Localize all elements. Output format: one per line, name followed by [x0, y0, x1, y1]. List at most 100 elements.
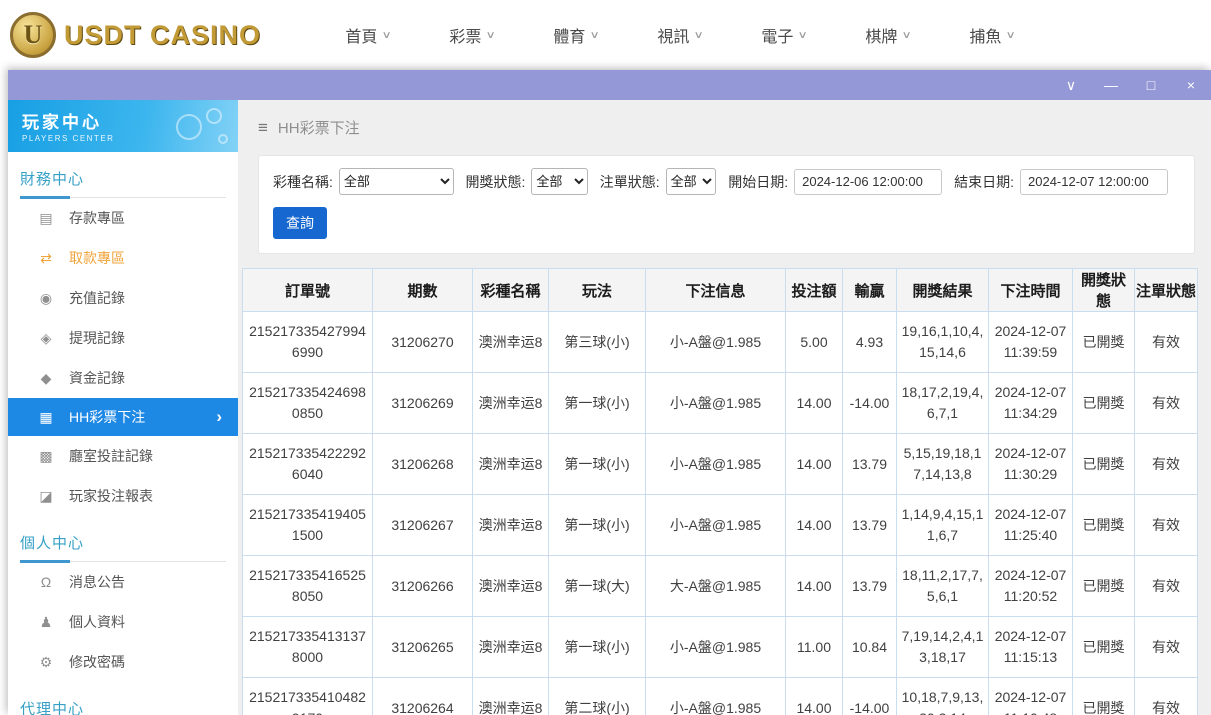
sidebar-item-withdraw[interactable]: ⇄ 取款專區	[8, 238, 238, 278]
cell-win_loss: 13.79	[843, 556, 897, 617]
cell-bet_info: 小-A盤@1.985	[646, 373, 786, 434]
col-header-order_no: 訂單號	[243, 269, 373, 312]
sidebar-item-label: 廳室投註記錄	[69, 446, 153, 466]
col-header-bet_status: 注單狀態	[1135, 269, 1198, 312]
cell-bet_status: 有效	[1135, 373, 1198, 434]
nav-item-slots[interactable]: 電子 ∨	[732, 23, 836, 47]
nav-item-sports[interactable]: 體育∨	[524, 23, 628, 47]
end-date-label: 結束日期:	[954, 172, 1014, 192]
draw-status-label: 開獎狀態:	[466, 172, 526, 192]
cell-lottery_name: 澳洲幸运8	[473, 617, 549, 678]
main-nav: 首頁∨彩票∨體育∨視訊∨電子∨棋牌∨捕魚∨	[316, 23, 1044, 47]
cell-period: 31206264	[373, 678, 473, 715]
window-maximize-icon[interactable]: □	[1143, 70, 1159, 100]
cell-order_no: 2152173354165258050	[243, 556, 373, 617]
col-header-bet_time: 下注時間	[989, 269, 1073, 312]
cell-draw_result: 7,19,14,2,4,13,18,17	[897, 617, 989, 678]
cell-win_loss: 13.79	[843, 495, 897, 556]
table-row: 215217335422292604031206268澳洲幸运8第一球(小)小-…	[243, 434, 1198, 495]
sidebar-item-room-bet-records[interactable]: ▩ 廳室投註記錄	[8, 436, 238, 476]
cell-bet_time: 2024-12-07 11:20:52	[989, 556, 1073, 617]
cell-period: 31206269	[373, 373, 473, 434]
top-navigation: U USDT CASINO 首頁∨彩票∨體育∨視訊∨電子∨棋牌∨捕魚∨	[0, 0, 1211, 70]
logo-icon: U	[10, 12, 56, 58]
sidebar-item-label: 消息公告	[69, 572, 125, 592]
nav-item-label: 電子	[761, 23, 793, 47]
table-row: 215217335424698085031206269澳洲幸运8第一球(小)小-…	[243, 373, 1198, 434]
cell-period: 31206267	[373, 495, 473, 556]
lottery-type-label: 彩種名稱:	[273, 172, 333, 192]
sidebar: 玩家中心 PLAYERS CENTER 財務中心▤存款專區⇄取款專區◉充值記錄◈…	[8, 100, 238, 715]
cell-bet_amount: 14.00	[786, 495, 843, 556]
window-close-icon[interactable]: ×	[1183, 70, 1199, 100]
cell-draw_status: 已開獎	[1073, 495, 1135, 556]
menu-toggle-icon[interactable]: ≡	[258, 118, 268, 138]
sidebar-item-recharge-records[interactable]: ◉充值記錄	[8, 278, 238, 318]
sidebar-item-fund-records[interactable]: ◆資金記錄	[8, 358, 238, 398]
sidebar-item-profile[interactable]: ♟個人資料	[8, 602, 238, 642]
sidebar-item-change-password[interactable]: ⚙修改密碼	[8, 642, 238, 682]
cell-bet_amount: 5.00	[786, 312, 843, 373]
col-header-draw_status: 開獎狀態	[1073, 269, 1135, 312]
table-row: 215217335413137800031206265澳洲幸运8第一球(小)小-…	[243, 617, 1198, 678]
players-center-window: ∨—□× 玩家中心 PLAYERS CENTER 財務中心▤存款專區⇄取款專區◉…	[8, 70, 1211, 715]
cell-lottery_name: 澳洲幸运8	[473, 434, 549, 495]
cell-draw_status: 已開獎	[1073, 556, 1135, 617]
col-header-play_type: 玩法	[549, 269, 646, 312]
sidebar-item-label: 存款專區	[69, 208, 125, 228]
bets-table: 訂單號期數彩種名稱玩法下注信息投注額輸贏開獎結果下注時間開獎狀態注單狀態 215…	[242, 268, 1198, 715]
sidebar-item-deposit[interactable]: ▤存款專區	[8, 198, 238, 238]
sidebar-item-label: 個人資料	[69, 612, 125, 632]
chevron-down-icon: ∨	[382, 30, 392, 41]
bell-icon: Ω	[38, 574, 54, 590]
nav-item-lottery[interactable]: 彩票∨	[420, 23, 524, 47]
cell-bet_time: 2024-12-07 11:15:13	[989, 617, 1073, 678]
window-collapse-icon[interactable]: ∨	[1063, 70, 1079, 100]
cell-lottery_name: 澳洲幸运8	[473, 373, 549, 434]
cell-play_type: 第一球(小)	[549, 495, 646, 556]
filter-panel: 彩種名稱: 全部 開獎狀態: 全部 注單狀態: 全部 開始日期: 結束日期:	[258, 155, 1195, 254]
start-date-input[interactable]	[794, 169, 942, 195]
cell-bet_status: 有效	[1135, 495, 1198, 556]
nav-item-cards[interactable]: 棋牌∨	[836, 23, 940, 47]
cell-bet_time: 2024-12-07 11:34:29	[989, 373, 1073, 434]
cell-order_no: 2152173354279946990	[243, 312, 373, 373]
room-bet-records-icon: ▩	[38, 448, 54, 465]
sidebar-item-announcements[interactable]: Ω 消息公告	[8, 562, 238, 602]
cell-bet_time: 2024-12-07 11:30:29	[989, 434, 1073, 495]
gear-icon: ⚙	[38, 654, 54, 671]
withdraw-icon: ⇄	[38, 250, 54, 267]
sidebar-item-hh-lottery-bets[interactable]: ▦HH彩票下注›	[8, 398, 238, 436]
sidebar-item-label: 取款專區	[69, 248, 125, 268]
cell-play_type: 第一球(小)	[549, 434, 646, 495]
nav-item-home[interactable]: 首頁 ∨	[316, 23, 420, 47]
end-date-input[interactable]	[1020, 169, 1168, 195]
window-body: 玩家中心 PLAYERS CENTER 財務中心▤存款專區⇄取款專區◉充值記錄◈…	[8, 100, 1211, 715]
cell-bet_time: 2024-12-07 11:25:40	[989, 495, 1073, 556]
lottery-type-select[interactable]: 全部	[339, 168, 454, 195]
nav-item-fishing[interactable]: 捕魚∨	[940, 23, 1044, 47]
sidebar-item-label: 提現記錄	[69, 328, 125, 348]
chevron-down-icon: ∨	[798, 30, 808, 41]
query-button[interactable]: 查詢	[273, 207, 327, 239]
window-minimize-icon[interactable]: —	[1103, 70, 1119, 100]
recharge-records-icon: ◉	[38, 290, 54, 307]
bets-table-wrap: 訂單號期數彩種名稱玩法下注信息投注額輸贏開獎結果下注時間開獎狀態注單狀態 215…	[242, 268, 1195, 715]
site-logo[interactable]: U USDT CASINO	[10, 12, 261, 58]
table-header-row: 訂單號期數彩種名稱玩法下注信息投注額輸贏開獎結果下注時間開獎狀態注單狀態	[243, 269, 1198, 312]
table-row: 215217335427994699031206270澳洲幸运8第三球(小)小-…	[243, 312, 1198, 373]
sidebar-item-player-bet-report[interactable]: ◪玩家投注報表	[8, 476, 238, 516]
section-heading: 個人中心	[20, 532, 226, 562]
nav-item-label: 體育	[553, 23, 585, 47]
cell-draw_result: 10,18,7,9,13,20,2,14	[897, 678, 989, 715]
nav-item-video[interactable]: 視訊∨	[628, 23, 732, 47]
sidebar-item-withdrawal-records[interactable]: ◈提現記錄	[8, 318, 238, 358]
col-header-lottery_name: 彩種名稱	[473, 269, 549, 312]
chevron-down-icon: ∨	[486, 30, 496, 41]
bet-status-select[interactable]: 全部	[666, 168, 717, 195]
sidebar-item-label: 玩家投注報表	[69, 486, 153, 506]
draw-status-select[interactable]: 全部	[531, 168, 587, 195]
nav-item-label: 視訊	[657, 23, 689, 47]
nav-item-label: 首頁	[345, 23, 377, 47]
col-header-bet_info: 下注信息	[646, 269, 786, 312]
